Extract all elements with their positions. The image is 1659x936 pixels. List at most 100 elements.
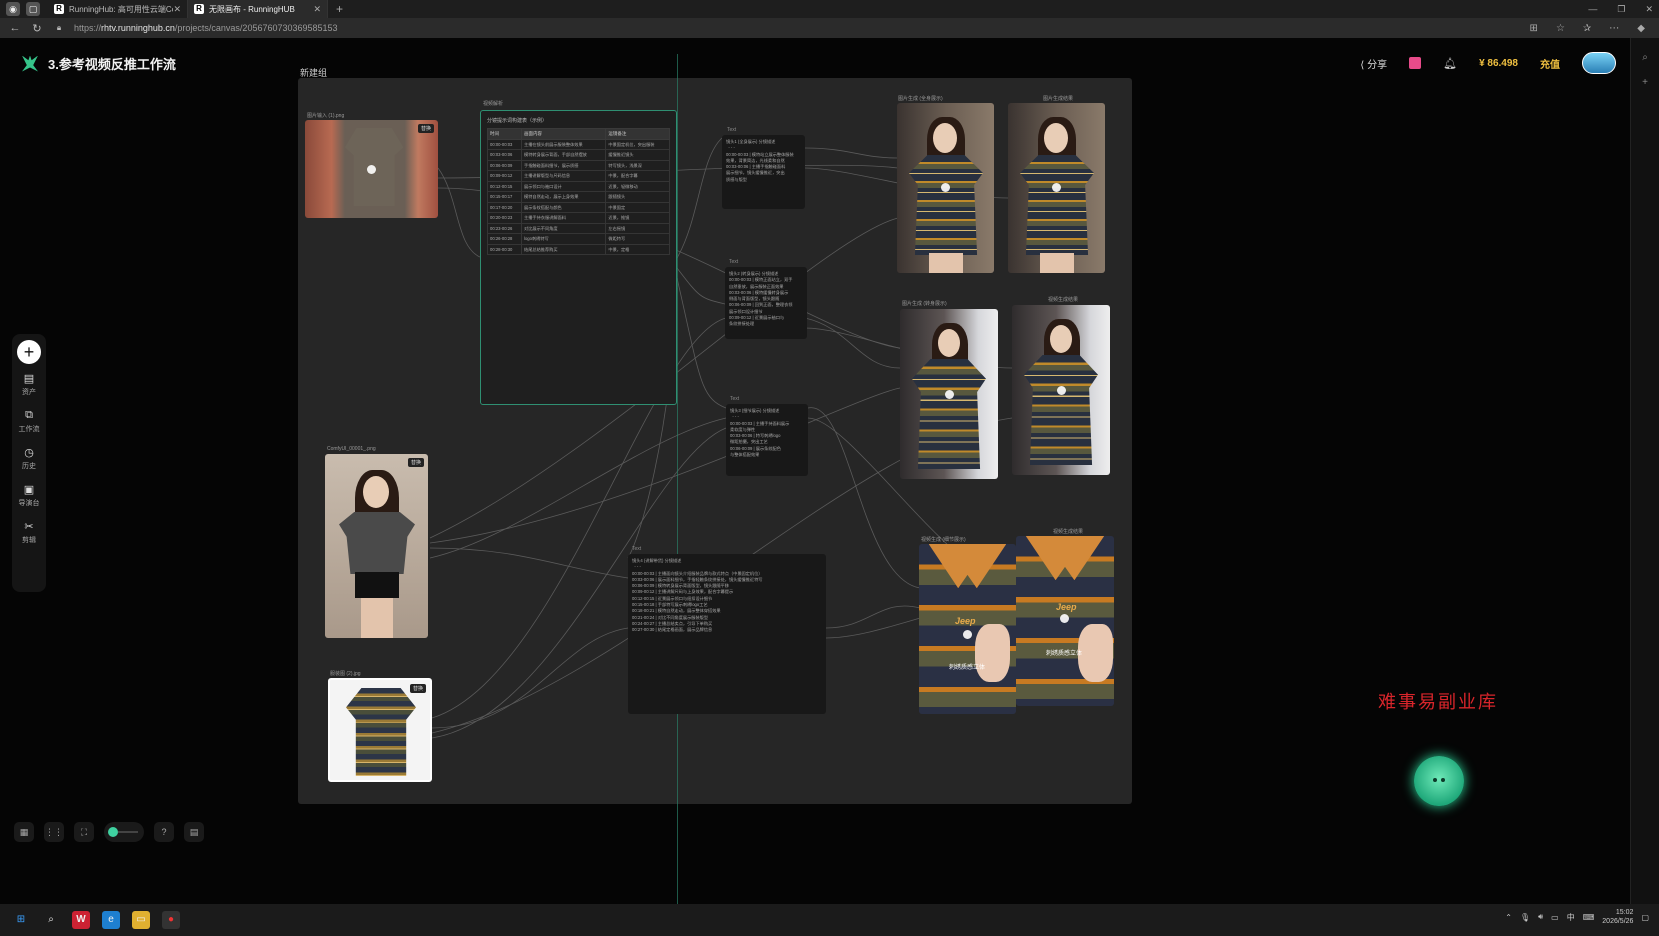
- table-cell: 中景，定格: [605, 243, 670, 256]
- video-analysis-node[interactable]: 分镜提示词构建表（示例） 时间 画面内容 运镜备注 00:00-00:03 主播在镜头…: [480, 110, 677, 405]
- play-icon[interactable]: [945, 390, 954, 399]
- minimap-icon[interactable]: ▦: [14, 822, 34, 842]
- tshirt-image-node[interactable]: 替换: [305, 120, 438, 218]
- add-node-button[interactable]: +: [17, 340, 41, 364]
- taskbar-clock[interactable]: 15:02 2026/5/26: [1602, 908, 1633, 926]
- text-node-4[interactable]: 镜头4 (讲解带货) 分镜描述 - - - 00:00-00:03 | 主播面向…: [628, 554, 826, 714]
- play-icon[interactable]: [367, 165, 376, 174]
- url-field[interactable]: https://rhtv.runninghub.cn/projects/canv…: [74, 23, 1530, 33]
- play-icon[interactable]: [1052, 183, 1061, 192]
- search-icon[interactable]: ⌕: [42, 911, 60, 929]
- table-cell: 中景，配合字幕: [605, 170, 670, 182]
- input-mode-icon[interactable]: ⌨: [1583, 913, 1595, 922]
- assistant-bubble[interactable]: [1414, 756, 1464, 806]
- table-row: 00:00-00:03 主播在镜头前展示服装整体效果 中景固定机位，突出服装: [486, 138, 670, 151]
- sidebar-item-label: 导演台: [18, 500, 40, 507]
- sidebar-item-workflow[interactable]: ⧉ 工作流: [12, 409, 46, 434]
- tab-close-icon[interactable]: ✕: [173, 4, 181, 15]
- browser-tab-bar: ◉ ▢ R RunningHub: 高可用性云端Con ✕ R 无限画布 - R…: [0, 0, 1659, 18]
- tab-actions-icon[interactable]: ▢: [26, 2, 40, 16]
- runninghub-favicon-icon: R: [194, 4, 204, 14]
- table-header-cell: 运镜备注: [605, 128, 670, 140]
- zoom-knob[interactable]: [108, 827, 118, 837]
- gift-icon[interactable]: [1409, 57, 1422, 69]
- bell-icon[interactable]: 🔔︎: [1443, 57, 1457, 70]
- replace-badge[interactable]: 替换: [407, 458, 424, 467]
- minimize-icon[interactable]: —: [1588, 4, 1597, 14]
- tab-canvas[interactable]: R 无限画布 - RunningHUB ✕: [188, 0, 328, 18]
- model-image-node[interactable]: 替换: [325, 454, 428, 638]
- url-path: /projects/canvas/2056760730369585153: [174, 23, 338, 33]
- new-tab-icon[interactable]: +: [336, 2, 343, 16]
- replace-badge[interactable]: 替换: [417, 124, 434, 133]
- tray-chevron-icon[interactable]: ⌃: [1505, 913, 1512, 922]
- replace-badge[interactable]: 替换: [409, 684, 426, 693]
- tab-title: RunningHub: 高可用性云端Con: [69, 4, 174, 14]
- node-label: 图片输入 (1).png: [307, 113, 345, 119]
- more-menu-icon[interactable]: ⋯: [1609, 23, 1619, 34]
- text-node-2[interactable]: 镜头2 (转身展示) 分镜描述 00:00-00:03 | 模特正面站立，双手 …: [725, 267, 807, 339]
- text-node-3[interactable]: 镜头3 (细节展示) 分镜描述 - - - 00:00-00:03 | 主播手持…: [726, 404, 808, 476]
- file-explorer-icon[interactable]: ▭: [132, 911, 150, 929]
- mic-icon[interactable]: 🎙︎: [1520, 913, 1530, 922]
- runninghub-logo-icon[interactable]: [22, 55, 38, 72]
- table-row: 00:23-00:26 对比展示不同角度 左右摇镜: [486, 222, 670, 235]
- runninghub-favicon-icon: R: [54, 4, 64, 14]
- balance-display[interactable]: ¥ 86.498: [1479, 58, 1518, 69]
- edge-icon[interactable]: e: [102, 911, 120, 929]
- generated-image-1[interactable]: [897, 103, 994, 273]
- recharge-button[interactable]: 充值: [1540, 56, 1560, 71]
- search-icon[interactable]: ⌕: [1631, 52, 1659, 63]
- table-header-cell: 画面内容: [521, 128, 607, 140]
- generated-closeup-2[interactable]: Jeep 刺绣质感立体: [1016, 536, 1114, 706]
- polo-image-node[interactable]: 替换: [328, 678, 432, 782]
- fit-view-icon[interactable]: ⛶: [74, 822, 94, 842]
- play-icon[interactable]: [963, 630, 972, 639]
- refresh-icon[interactable]: ↻: [30, 22, 44, 35]
- sidebar-item-assets[interactable]: ▤ 资产: [12, 372, 46, 397]
- sidebar-item-label: 工作流: [18, 426, 40, 433]
- browser-profile-icon[interactable]: ◉: [6, 2, 20, 16]
- table-cell: 模特自然走动，展示上身效果: [521, 191, 607, 203]
- model-legs: [929, 253, 963, 273]
- play-icon[interactable]: [941, 183, 950, 192]
- sidebar-item-director[interactable]: ▣ 导演台: [12, 483, 46, 508]
- favorite-star-icon[interactable]: ☆: [1556, 23, 1565, 34]
- text-node-1[interactable]: 镜头1 (全身展示) 分镜描述 - - - 00:00-00:03 | 模特站立…: [722, 135, 805, 209]
- model-face: [1044, 123, 1068, 153]
- install-app-icon[interactable]: ⊞: [1530, 23, 1538, 34]
- model-skirt: [355, 572, 399, 598]
- play-icon[interactable]: [1057, 386, 1066, 395]
- notes-icon[interactable]: ▤: [184, 822, 204, 842]
- sidebar-item-edit[interactable]: ✂ 剪辑: [12, 520, 46, 545]
- notification-icon[interactable]: ▢: [1641, 913, 1649, 922]
- sidebar-item-history[interactable]: ◷ 历史: [12, 446, 46, 471]
- grid-icon[interactable]: ⋮⋮: [44, 822, 64, 842]
- share-button[interactable]: ⟨ 分享: [1360, 56, 1387, 71]
- maximize-icon[interactable]: ❐: [1617, 4, 1625, 15]
- back-icon[interactable]: ←: [8, 22, 22, 34]
- copilot-icon[interactable]: ◆: [1637, 23, 1645, 34]
- ime-indicator[interactable]: 中: [1567, 912, 1575, 923]
- generated-image-2[interactable]: [1008, 103, 1105, 273]
- generated-video-1[interactable]: [900, 309, 998, 479]
- play-icon[interactable]: [1060, 614, 1069, 623]
- tab-close-icon[interactable]: ✕: [313, 4, 321, 15]
- generated-closeup-1[interactable]: Jeep 刺绣质感立体: [919, 544, 1016, 714]
- lock-icon: 🔒︎: [56, 23, 62, 32]
- generated-video-2[interactable]: [1012, 305, 1110, 475]
- favorites-icon[interactable]: ✰: [1583, 23, 1591, 34]
- wps-icon[interactable]: W: [72, 911, 90, 929]
- start-icon[interactable]: ⊞: [12, 911, 30, 929]
- add-panel-icon[interactable]: +: [1631, 77, 1659, 88]
- tab-runninghub[interactable]: R RunningHub: 高可用性云端Con ✕: [48, 0, 188, 18]
- network-icon[interactable]: ▭: [1551, 913, 1559, 922]
- recorder-icon[interactable]: ●: [162, 911, 180, 929]
- model-face: [1050, 325, 1072, 353]
- zoom-slider[interactable]: [104, 822, 144, 842]
- window-close-icon[interactable]: ✕: [1645, 4, 1653, 15]
- volume-icon[interactable]: 🔊︎: [1538, 912, 1543, 922]
- table-cell: 主播讲解版型与尺码信息: [521, 170, 607, 182]
- avatar[interactable]: [1582, 52, 1616, 74]
- help-icon[interactable]: ?: [154, 822, 174, 842]
